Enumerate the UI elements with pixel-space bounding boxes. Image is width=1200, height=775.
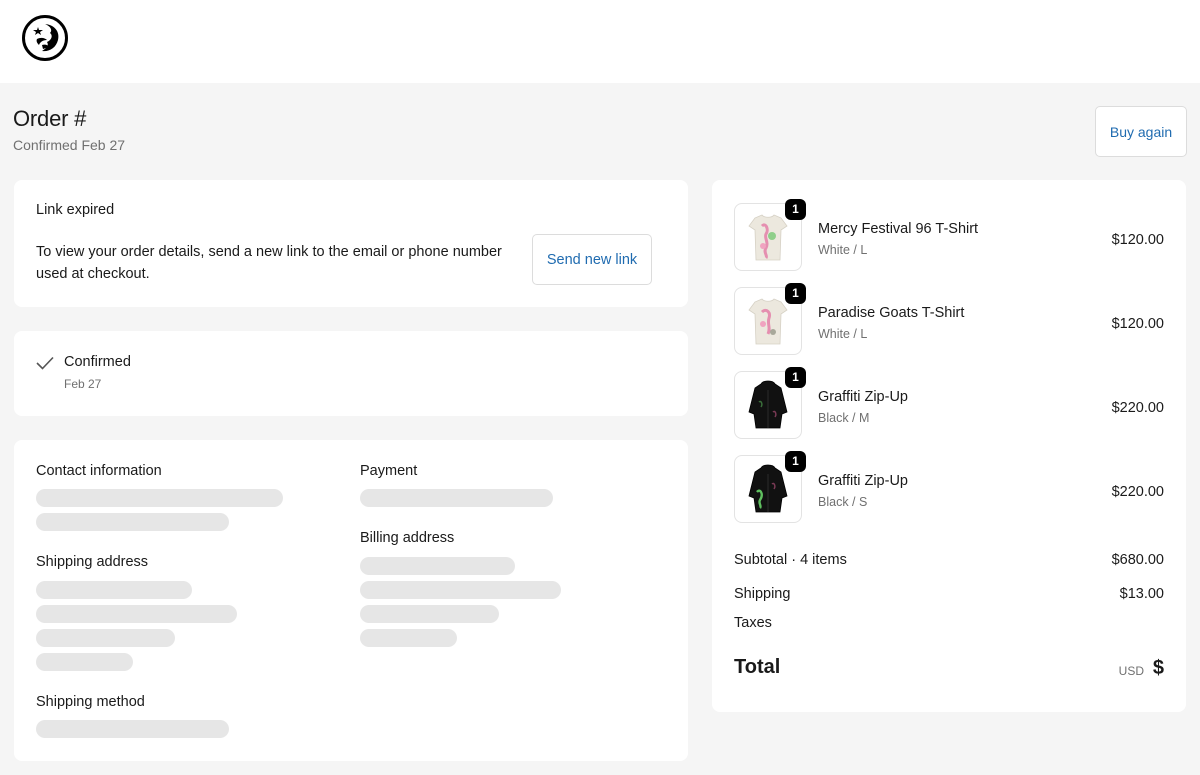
shipping-method-heading: Shipping method [36,694,145,710]
quantity-badge: 1 [785,451,806,472]
line-item: 1 Mercy Festival 96 T-Shirt White / L $1… [734,199,1164,271]
skeleton-line [36,653,133,671]
logo-mark-icon [33,24,59,52]
shipping-address-heading: Shipping address [36,554,149,570]
brand-logo[interactable] [22,15,68,61]
skeleton-line [360,605,499,623]
quantity-badge: 1 [785,283,806,304]
line-item: 1 Graffiti Zip-Up Black / M $220.00 [734,367,1164,439]
link-expired-heading: Link expired [36,202,115,218]
product-variant: Black / S [818,495,868,509]
total-label: Total [734,656,781,678]
product-variant: White / L [818,327,868,341]
buy-again-button[interactable]: Buy again [1095,106,1187,157]
taxes-label: Taxes [734,615,772,631]
skeleton-line [36,513,229,531]
skeleton-line [36,720,229,738]
product-price: $220.00 [1111,400,1164,416]
skeleton-line [360,581,561,599]
product-price: $220.00 [1111,484,1164,500]
status-date: Feb 27 [64,377,102,391]
skeleton-line [360,629,457,647]
skeleton-line [36,581,192,599]
subtotal-value: $680.00 [1111,552,1164,568]
order-confirmed-date: Confirmed Feb 27 [13,137,126,153]
link-expired-card: Link expired To view your order details,… [14,180,688,307]
link-expired-message-line1: To view your order details, send a new l… [36,244,502,260]
skeleton-line [36,605,237,623]
order-summary-card: 1 Mercy Festival 96 T-Shirt White / L $1… [712,180,1186,712]
check-icon [36,356,54,370]
skeleton-line [360,489,553,507]
shipping-label: Shipping [734,586,791,602]
payment-heading: Payment [360,463,418,479]
product-price: $120.00 [1111,316,1164,332]
skeleton-line [36,489,283,507]
product-variant: Black / M [818,411,870,425]
product-price: $120.00 [1111,232,1164,248]
quantity-badge: 1 [785,199,806,220]
product-name: Mercy Festival 96 T-Shirt [818,221,979,237]
total-currency: USD [1118,664,1144,678]
line-item: 1 Paradise Goats T-Shirt White / L $120.… [734,283,1164,355]
skeleton-line [36,629,175,647]
order-details-card: Contact information Payment Billing addr… [14,440,688,761]
total-value: $ [1152,657,1164,679]
product-variant: White / L [818,243,868,257]
product-name: Graffiti Zip-Up [818,389,908,405]
top-bar [0,0,1200,83]
billing-address-heading: Billing address [360,530,455,546]
send-new-link-button[interactable]: Send new link [532,234,652,285]
status-label: Confirmed [64,354,131,370]
quantity-badge: 1 [785,367,806,388]
product-name: Paradise Goats T-Shirt [818,305,965,321]
contact-information-heading: Contact information [36,463,162,479]
shipping-value: $13.00 [1119,586,1164,602]
page-title: Order # [13,106,87,131]
product-name: Graffiti Zip-Up [818,473,908,489]
line-item: 1 Graffiti Zip-Up Black / S $220.00 [734,451,1164,523]
subtotal-label: Subtotal · 4 items [734,552,847,568]
skeleton-line [360,557,515,575]
order-status-card: Confirmed Feb 27 [14,331,688,416]
link-expired-message-line2: used at checkout. [36,266,150,282]
